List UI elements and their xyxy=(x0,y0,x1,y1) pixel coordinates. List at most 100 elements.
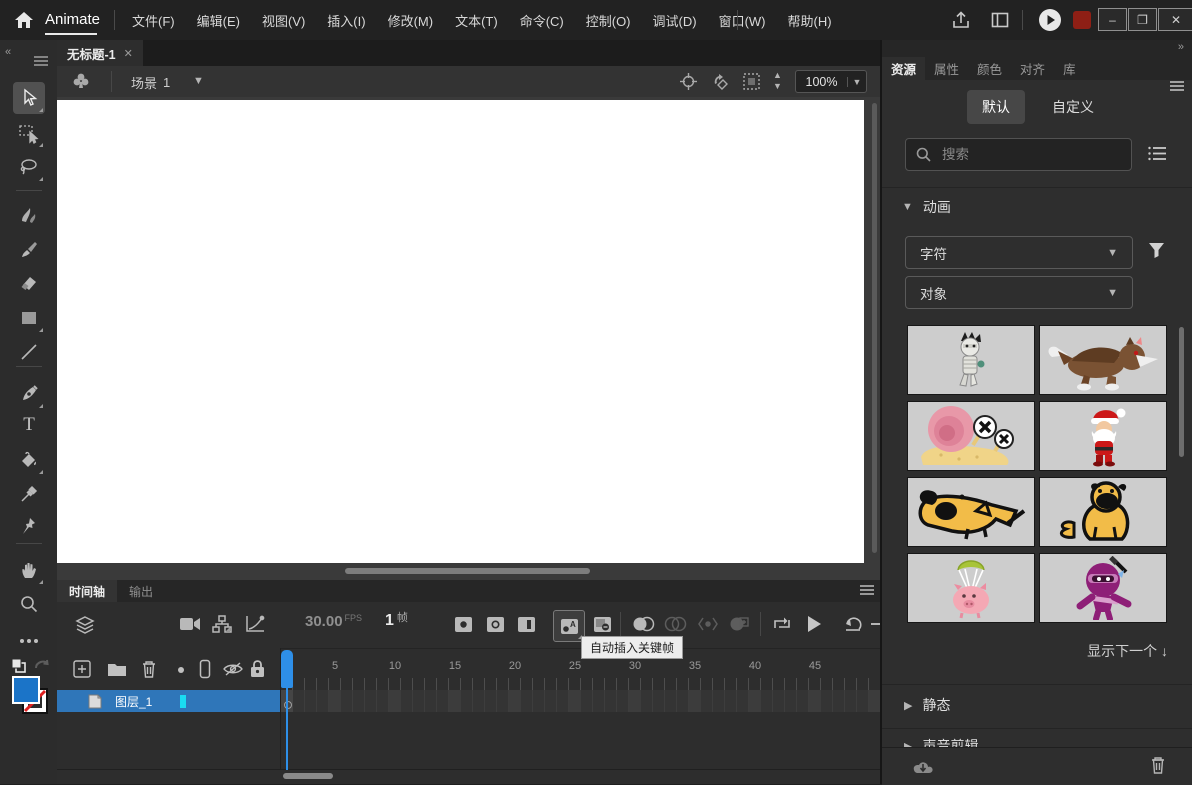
menu-edit[interactable]: 编辑(E) xyxy=(193,11,244,30)
tab-timeline[interactable]: 时间轴 xyxy=(57,580,117,602)
maximize-button[interactable]: ❐ xyxy=(1128,8,1157,31)
insert-frame-button[interactable] xyxy=(518,617,535,632)
classic-brush-tool[interactable] xyxy=(13,234,45,266)
tab-align[interactable]: 对齐 xyxy=(1011,57,1054,80)
asset-sitting-dog[interactable] xyxy=(1039,477,1167,547)
tools-panel-menu-icon[interactable] xyxy=(34,56,48,66)
step-back-icon[interactable] xyxy=(843,615,865,633)
document-tab-close-icon[interactable]: ✕ xyxy=(124,47,133,60)
onion-skin-icon[interactable] xyxy=(631,616,655,632)
tab-assets[interactable]: 资源 xyxy=(882,57,925,80)
stage-horizontal-scrollbar[interactable] xyxy=(345,568,590,574)
playhead[interactable] xyxy=(281,650,293,688)
zoom-stepper[interactable]: ▲▼ xyxy=(773,70,782,92)
search-box[interactable] xyxy=(905,138,1132,171)
menu-debug[interactable]: 调试(D) xyxy=(649,11,701,30)
workspace-icon[interactable] xyxy=(990,10,1010,30)
subselection-tool[interactable] xyxy=(13,117,45,149)
stage-canvas[interactable] xyxy=(57,100,864,563)
close-button[interactable]: ✕ xyxy=(1158,8,1192,31)
fps-display[interactable]: 30.00 FPS xyxy=(305,613,362,630)
menu-insert[interactable]: 插入(I) xyxy=(323,11,369,30)
eyedropper-tool[interactable] xyxy=(13,478,45,510)
layers-stack-icon[interactable] xyxy=(74,614,96,636)
swap-colors-icon[interactable] xyxy=(34,658,50,674)
document-tab[interactable]: 无标题-1 ✕ xyxy=(57,40,143,66)
timeline-panel-menu-icon[interactable] xyxy=(860,585,874,595)
clip-content-icon[interactable] xyxy=(742,72,761,91)
asset-werewolf[interactable] xyxy=(1039,325,1167,395)
filter-icon[interactable] xyxy=(1148,242,1165,258)
layer-frames-row[interactable] xyxy=(281,690,880,712)
lock-layers-icon[interactable] xyxy=(250,659,265,678)
zoom-tool[interactable] xyxy=(13,588,45,620)
mode-default-button[interactable]: 默认 xyxy=(967,90,1025,124)
home-icon[interactable] xyxy=(12,8,36,32)
lasso-tool[interactable] xyxy=(13,151,45,183)
section-animation[interactable]: ▼ 动画 xyxy=(902,197,951,217)
cloud-download-icon[interactable] xyxy=(912,757,934,775)
asset-mummy-character[interactable] xyxy=(907,325,1035,395)
share-icon[interactable] xyxy=(950,9,972,31)
tab-color[interactable]: 颜色 xyxy=(968,57,1011,80)
panel-scrollbar[interactable] xyxy=(1179,327,1184,457)
default-colors-icon[interactable] xyxy=(10,657,28,675)
edit-symbols-icon[interactable] xyxy=(71,71,91,91)
panel-menu-icon[interactable] xyxy=(1170,81,1184,91)
delete-layer-icon[interactable] xyxy=(141,659,157,678)
insert-blank-keyframe-button[interactable] xyxy=(487,617,504,632)
add-layer-icon[interactable] xyxy=(73,660,91,678)
menu-text[interactable]: 文本(T) xyxy=(451,11,502,30)
layer-row[interactable]: 图层_1 xyxy=(57,690,280,712)
timeline-horizontal-scrollbar[interactable] xyxy=(283,773,333,779)
outline-color-dot-icon[interactable] xyxy=(178,667,184,673)
play-button[interactable] xyxy=(805,614,823,634)
menu-view[interactable]: 视图(V) xyxy=(258,11,309,30)
tab-properties[interactable]: 属性 xyxy=(925,57,968,80)
insert-keyframe-button[interactable] xyxy=(455,617,472,632)
publish-play-button[interactable] xyxy=(1038,8,1062,32)
menu-help[interactable]: 帮助(H) xyxy=(784,11,836,30)
highlight-layer-icon[interactable] xyxy=(199,659,211,679)
section-static[interactable]: ▶ 静态 xyxy=(904,695,950,715)
menu-control[interactable]: 控制(O) xyxy=(582,11,635,30)
text-tool[interactable]: T xyxy=(13,409,45,441)
delete-asset-icon[interactable] xyxy=(1150,755,1166,774)
paint-bucket-tool[interactable] xyxy=(13,444,45,476)
fill-color-chip[interactable] xyxy=(12,676,40,704)
asset-dead-snail[interactable] xyxy=(907,401,1035,471)
asset-sniffing-dog[interactable] xyxy=(907,477,1035,547)
menu-window[interactable]: 窗口(W) xyxy=(715,11,770,30)
center-frame-icon[interactable] xyxy=(679,72,698,91)
hide-layers-eye-slash-icon[interactable] xyxy=(222,661,244,677)
search-input[interactable] xyxy=(940,146,1094,163)
camera-icon[interactable] xyxy=(179,616,201,632)
frame-graph-icon[interactable] xyxy=(245,615,265,633)
fluid-brush-tool[interactable] xyxy=(13,200,45,232)
asset-parachute-pig[interactable] xyxy=(907,553,1035,623)
asset-santa-claus[interactable] xyxy=(1039,401,1167,471)
remove-frame-button[interactable] xyxy=(594,617,611,632)
hand-tool[interactable] xyxy=(13,554,45,586)
eraser-tool[interactable] xyxy=(13,267,45,299)
rotate-view-icon[interactable] xyxy=(710,71,731,92)
object-dropdown[interactable]: 对象 ▼ xyxy=(905,276,1133,309)
loop-playback-icon[interactable] xyxy=(771,615,793,633)
scene-chevron-down-icon[interactable]: ▼ xyxy=(193,75,204,87)
pen-tool[interactable] xyxy=(13,378,45,410)
zoom-level-control[interactable]: 100% ▼ xyxy=(795,70,867,93)
more-tools-icon[interactable] xyxy=(13,625,45,657)
asset-purple-ninja[interactable] xyxy=(1039,553,1167,623)
zoom-chevron-down-icon[interactable]: ▼ xyxy=(847,77,866,87)
add-folder-icon[interactable] xyxy=(107,661,127,677)
list-view-icon[interactable] xyxy=(1148,146,1166,161)
line-tool[interactable] xyxy=(13,336,45,368)
scene-breadcrumb[interactable]: 场景 1 xyxy=(131,73,170,92)
menu-file[interactable]: 文件(F) xyxy=(128,11,179,30)
asset-warp-pin-tool[interactable] xyxy=(13,510,45,542)
show-next-link[interactable]: 显示下一个 ↓ xyxy=(1087,641,1168,661)
selection-tool[interactable] xyxy=(13,82,45,114)
character-dropdown[interactable]: 字符 ▼ xyxy=(905,236,1133,269)
minimize-button[interactable]: – xyxy=(1098,8,1127,31)
layer-parenting-icon[interactable] xyxy=(212,615,232,633)
